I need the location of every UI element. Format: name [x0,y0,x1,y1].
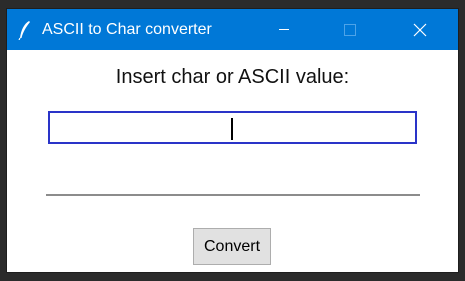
separator-line [46,194,420,196]
close-icon [413,23,427,37]
app-window: ASCII to Char converter Insert char or A… [7,9,458,272]
maximize-button[interactable] [327,9,373,50]
main-content: Insert char or ASCII value: Convert [7,50,458,272]
maximize-icon [344,24,356,36]
window-title: ASCII to Char converter [42,21,212,38]
convert-button[interactable]: Convert [193,228,271,265]
text-caret [231,118,233,140]
feather-icon [17,20,33,41]
minimize-button[interactable] [261,9,307,50]
title-bar[interactable]: ASCII to Char converter [7,9,458,50]
minimize-icon [279,29,289,30]
close-button[interactable] [397,9,443,50]
prompt-label: Insert char or ASCII value: [115,66,350,88]
